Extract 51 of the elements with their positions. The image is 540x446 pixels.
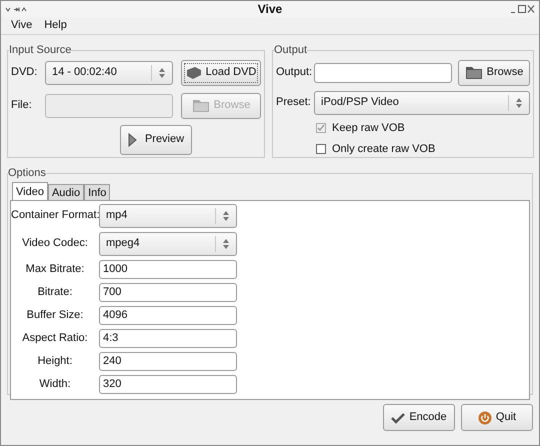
text-field[interactable]: 240 xyxy=(99,352,237,370)
window-controls[interactable] xyxy=(510,5,535,13)
quit-button[interactable]: Quit xyxy=(461,404,533,431)
text-field[interactable]: 700 xyxy=(99,282,237,302)
checkbox-label: Only create raw VOB xyxy=(332,142,436,157)
preset-select[interactable]: iPod/PSP Video xyxy=(314,90,530,114)
field-label: Width: xyxy=(38,376,72,392)
checkbox-label: Keep raw VOB xyxy=(332,120,405,136)
tab[interactable]: Audio xyxy=(48,184,84,200)
option-select[interactable]: mpeg4 xyxy=(99,232,237,256)
spinner-arrows-icon xyxy=(222,210,230,222)
option-select[interactable]: mp4 xyxy=(99,204,237,228)
field-label: Aspect Ratio: xyxy=(21,330,89,346)
field-label: Output: xyxy=(276,65,314,80)
field-label: Video Codec: xyxy=(21,236,89,252)
group-title: Output xyxy=(274,43,308,58)
field-label: Container Format: xyxy=(11,208,99,224)
field-label: Preset: xyxy=(276,95,312,110)
load-dvd-button[interactable]: Load DVD xyxy=(181,60,261,86)
preview-button[interactable]: Preview xyxy=(120,124,192,154)
dvd-select[interactable]: 14 - 00:02:40 xyxy=(45,60,173,84)
checkbox[interactable] xyxy=(316,144,326,154)
text-field[interactable]: 320 xyxy=(99,374,237,394)
text-field[interactable]: 4096 xyxy=(99,306,237,324)
menu-item[interactable]: Vive xyxy=(11,17,32,34)
group-title: Options xyxy=(8,166,46,181)
field-label: Max Bitrate: xyxy=(24,262,86,277)
browse-button[interactable]: Browse xyxy=(458,60,530,86)
checkmark-icon xyxy=(391,412,406,424)
field-label: Bitrate: xyxy=(36,284,74,300)
power-icon xyxy=(478,410,492,424)
text-field[interactable]: 4:3 xyxy=(99,328,237,348)
spinner-arrows-icon xyxy=(515,96,523,108)
group-title: Input Source xyxy=(9,43,72,58)
output-field[interactable] xyxy=(314,62,452,82)
window-title: Vive xyxy=(256,1,284,18)
field-label: DVD: xyxy=(11,65,38,80)
field-label: Buffer Size: xyxy=(26,308,84,323)
menu-item[interactable]: Help xyxy=(44,17,67,34)
spinner-arrows-icon xyxy=(158,66,166,78)
folder-icon xyxy=(464,65,483,80)
field-label: File: xyxy=(11,98,33,114)
window-menu-icons[interactable] xyxy=(5,6,27,12)
field-label: Height: xyxy=(36,354,74,369)
tab[interactable]: Info xyxy=(84,184,110,200)
encode-button[interactable]: Encode xyxy=(383,404,455,431)
spinner-arrows-icon xyxy=(222,238,230,250)
folder-icon xyxy=(192,98,210,113)
play-icon xyxy=(128,132,137,146)
tab[interactable]: Video xyxy=(12,182,48,200)
text-field[interactable]: 1000 xyxy=(99,260,237,278)
